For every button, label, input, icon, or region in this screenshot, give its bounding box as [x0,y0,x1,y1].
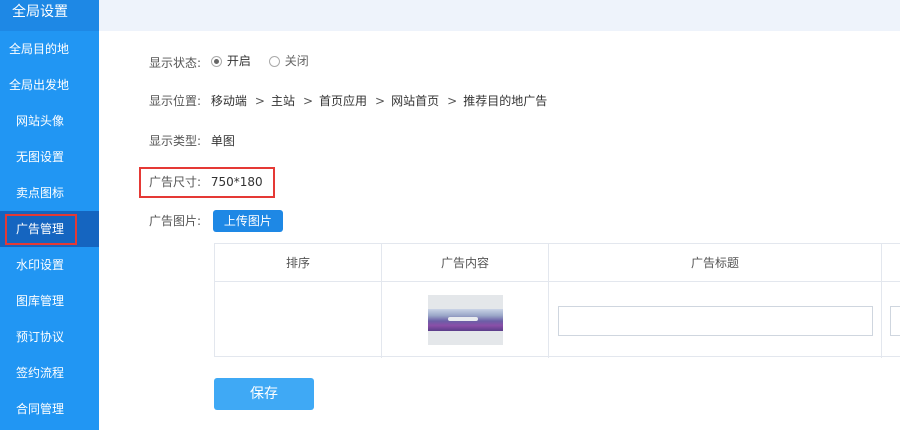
table-row [215,282,900,358]
ad-table: 排序 广告内容 广告标题 [214,243,900,358]
radio-checked-icon [210,55,222,67]
sidebar-item-selling-icons[interactable]: 卖点图标 [0,175,99,211]
type-label: 显示类型: [149,134,202,148]
sidebar-item-global-destination[interactable]: 全局目的地 [0,31,99,67]
sidebar-item-site-avatar[interactable]: 网站头像 [0,103,99,139]
size-label: 广告尺寸: [149,175,202,189]
column-header-title: 广告标题 [549,244,882,282]
top-bar [99,0,900,31]
type-value: 单图 [210,134,235,148]
type-row: 显示类型: 单图 [149,131,235,151]
crumb-main-site: 主站 [270,94,295,108]
status-label: 显示状态: [149,55,202,70]
breadcrumb: 移动端 > 主站 > 首页应用 > 网站首页 > 推荐目的地广告 [211,94,547,108]
size-row: 广告尺寸: 750*180 [149,172,263,192]
sidebar-item-booking-agreement[interactable]: 预订协议 [0,319,99,355]
column-header-sort: 排序 [215,244,382,282]
crumb-mobile: 移动端 [210,94,247,108]
ad-thumbnail[interactable] [428,295,503,345]
sidebar-item-gallery[interactable]: 图库管理 [0,283,99,319]
app-window: 全局设置 全局目的地 全局出发地 网站头像 无图设置 卖点图标 广告管理 水印设… [0,0,900,430]
crumb-separator: > [375,94,386,108]
crumb-home-app: 首页应用 [319,94,368,108]
sidebar-title[interactable]: 全局设置 [0,0,99,31]
status-row: 显示状态: 开启 关闭 [149,51,309,71]
highlight-box [5,214,77,245]
sidebar-item-no-image[interactable]: 无图设置 [0,139,99,175]
crumb-separator: > [302,94,314,108]
sidebar: 全局设置 全局目的地 全局出发地 网站头像 无图设置 卖点图标 广告管理 水印设… [0,0,99,430]
sidebar-item-ad-management[interactable]: 广告管理 [0,211,99,247]
position-row: 显示位置: 移动端 > 主站 > 首页应用 > 网站首页 > 推荐目的地广告 [149,91,547,111]
table-header: 排序 广告内容 广告标题 [215,244,900,282]
cell-sort [215,282,382,358]
column-header-content: 广告内容 [382,244,549,282]
image-label: 广告图片: [149,213,202,228]
radio-unchecked-icon [268,55,280,67]
crumb-recommend-ad: 推荐目的地广告 [463,94,548,108]
ad-title-input[interactable] [558,306,873,336]
cell-title [549,282,882,358]
sidebar-item-signing-process[interactable]: 签约流程 [0,355,99,391]
sidebar-item-global-departure[interactable]: 全局出发地 [0,67,99,103]
status-radio-off[interactable]: 关闭 [268,51,309,71]
sidebar-item-watermark[interactable]: 水印设置 [0,247,99,283]
cell-content [382,282,549,358]
status-radio-on[interactable]: 开启 [210,51,251,71]
image-row: 广告图片: 上传图片 [149,210,283,232]
upload-image-button[interactable]: 上传图片 [212,210,283,232]
save-button[interactable]: 保存 [214,378,314,410]
crumb-site-home: 网站首页 [391,94,440,108]
crumb-separator: > [254,94,265,108]
sidebar-item-contract[interactable]: 合同管理 [0,391,99,427]
lavender-field-image [428,309,503,331]
ad-next-input[interactable] [890,306,900,336]
cell-next [882,282,900,358]
crumb-separator: > [447,94,458,108]
position-label: 显示位置: [149,94,202,108]
size-value: 750*180 [210,175,263,189]
